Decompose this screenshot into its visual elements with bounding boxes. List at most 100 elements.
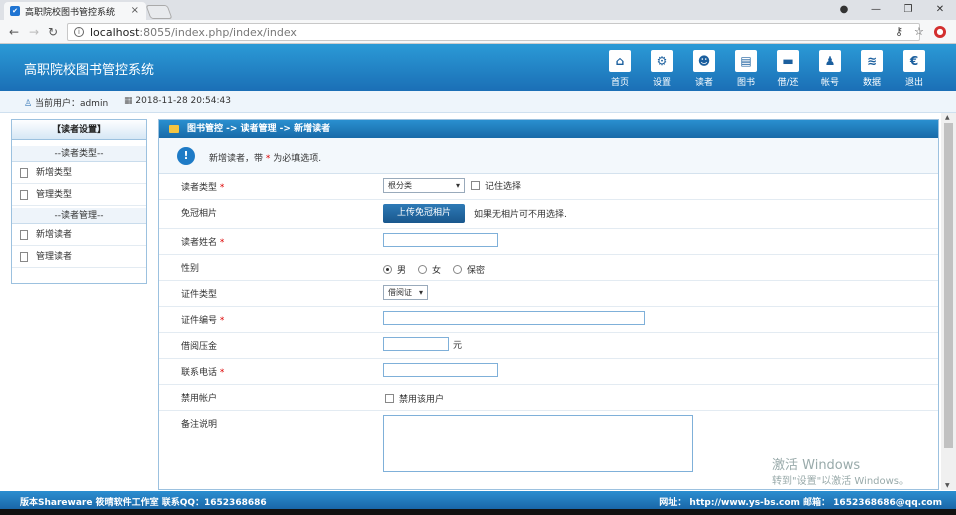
gender-radio-male[interactable] <box>383 265 392 274</box>
browser-tab[interactable]: ✔ 高职院校图书管控系统 × <box>4 2 146 20</box>
app-title: 高职院校图书管控系统 <box>24 63 155 78</box>
photo-controls: 上传免冠相片 如果无相片可不用选择. <box>383 204 567 223</box>
main-panel: 图书管控 -> 读者管理 -> 新增读者 ! 新增读者，带 * 为必填选项. 读… <box>158 119 939 490</box>
menu-label: 设置 <box>652 78 671 88</box>
minimize-button[interactable]: — <box>860 0 892 20</box>
star-icon[interactable]: ☆ <box>914 25 924 38</box>
disable-checkbox[interactable] <box>385 394 394 403</box>
row-photo: 免冠相片 上传免冠相片 如果无相片可不用选择. <box>159 200 938 229</box>
profile-icon[interactable]: ● <box>828 0 860 20</box>
tab-title: 高职院校图书管控系统 <box>25 7 116 18</box>
reader-type-controls: 根分类 ▾ 记住选择 <box>383 178 521 193</box>
menu-account[interactable]: ♟ 帐号 <box>809 50 851 88</box>
gender-radio-secret[interactable] <box>453 265 463 274</box>
breadcrumb: 图书管控 -> 读者管理 -> 新增读者 <box>159 120 938 138</box>
menu-readers[interactable]: ☻ 读者 <box>683 50 725 88</box>
menu-label: 图书 <box>736 78 755 88</box>
address-bar-row: ← → ↻ i localhost:8055/index.php/index/i… <box>0 20 956 44</box>
required-star: * <box>265 154 271 164</box>
label-text: 读者类型 <box>181 183 218 193</box>
database-icon: ≋ <box>861 50 883 72</box>
url-field[interactable]: i localhost:8055/index.php/index/index <box>67 23 920 41</box>
menu-books[interactable]: ▤ 图书 <box>725 50 767 88</box>
sidebar-section-reader-type: --读者类型-- <box>12 146 146 162</box>
remember-checkbox[interactable] <box>471 181 480 190</box>
notice-box: ! 新增读者，带 * 为必填选项. <box>159 138 938 174</box>
document-icon <box>20 189 28 200</box>
maximize-button[interactable]: ❐ <box>892 0 924 20</box>
deposit-label: 借阅压金 <box>181 342 218 352</box>
sidebar-item-manage-type[interactable]: 管理类型 <box>12 184 146 206</box>
row-id-type: 证件类型 借阅证 ▾ <box>159 281 938 307</box>
current-time-value: 2018-11-28 20:54:43 <box>135 96 231 106</box>
menu-borrow[interactable]: ▬ 借/还 <box>767 50 809 88</box>
remark-textarea[interactable] <box>383 415 693 472</box>
required-star: * <box>219 316 225 326</box>
close-tab-icon[interactable]: × <box>131 5 139 16</box>
id-number-controls <box>383 311 645 325</box>
activation-watermark-text: 转到"设置"以激活 Windows。 <box>772 476 910 487</box>
menu-label: 首页 <box>610 78 629 88</box>
upload-photo-button[interactable]: 上传免冠相片 <box>383 204 466 223</box>
current-user: ♙ 当前用户：admin <box>24 96 108 109</box>
close-window-button[interactable]: ✕ <box>924 0 956 20</box>
scroll-down-icon[interactable]: ▼ <box>945 482 950 489</box>
row-deposit: 借阅压金 元 <box>159 333 938 359</box>
taskbar <box>0 509 956 515</box>
current-user-label: 当前用户：admin <box>34 99 109 109</box>
scroll-up-icon[interactable]: ▲ <box>945 114 950 121</box>
menu-data[interactable]: ≋ 数据 <box>851 50 893 88</box>
home-icon: ⌂ <box>609 50 631 72</box>
back-icon[interactable]: ← <box>9 25 19 39</box>
row-id-number: 证件编号 * <box>159 307 938 333</box>
sidebar-item-new-reader[interactable]: 新增读者 <box>12 224 146 246</box>
gender-controls: 男 女 保密 <box>383 263 485 276</box>
extension-icon[interactable]: ● <box>934 26 946 38</box>
sidebar-item-label: 新增读者 <box>36 229 73 240</box>
deposit-input[interactable] <box>383 337 449 351</box>
sidebar-item-manage-reader[interactable]: 管理读者 <box>12 246 146 268</box>
disable-controls: 禁用该用户 <box>383 392 444 405</box>
notice-pre: 新增读者，带 <box>209 154 264 164</box>
phone-label: 联系电话 * <box>181 365 224 378</box>
sidebar-item-new-type[interactable]: 新增类型 <box>12 162 146 184</box>
page-scrollbar[interactable]: ▲ ▼ <box>941 113 956 490</box>
menu-home[interactable]: ⌂ 首页 <box>599 50 641 88</box>
window-controls: ● — ❐ ✕ <box>828 0 956 20</box>
forward-icon[interactable]: → <box>29 25 39 39</box>
select-value: 根分类 <box>388 181 412 190</box>
name-label: 读者姓名 * <box>181 235 224 248</box>
scrollbar-thumb[interactable] <box>944 123 953 448</box>
account-icon: ♟ <box>819 50 841 72</box>
id-type-label: 证件类型 <box>181 290 218 300</box>
reader-type-select[interactable]: 根分类 ▾ <box>383 178 465 193</box>
info-icon[interactable]: i <box>74 27 84 37</box>
menu-settings[interactable]: ⚙ 设置 <box>641 50 683 88</box>
reload-icon[interactable]: ↻ <box>48 25 58 39</box>
key-icon[interactable]: ⚷ <box>895 25 903 38</box>
sidebar-section-reader-manage: --读者管理-- <box>12 208 146 224</box>
footer-left: 版本Shareware 筱晴软件工作室 联系QQ：1652368686 <box>20 498 267 508</box>
phone-input[interactable] <box>383 363 498 377</box>
id-number-input[interactable] <box>383 311 645 325</box>
site-favicon-icon: ✔ <box>10 6 20 16</box>
menu-logout[interactable]: € 退出 <box>893 50 935 88</box>
document-icon <box>20 229 28 240</box>
footer-right: 网址： http://www.ys-bs.com 邮箱： 1652368686@… <box>659 498 942 508</box>
info-icon: ! <box>177 147 195 165</box>
sidebar: 【读者设置】 --读者类型-- 新增类型 管理类型 --读者管理-- 新增读者 … <box>11 119 147 284</box>
gender-radio-female[interactable] <box>418 265 428 274</box>
logout-icon: € <box>903 50 925 72</box>
chevron-down-icon: ▾ <box>418 288 423 297</box>
deposit-unit: 元 <box>453 340 463 351</box>
name-input[interactable] <box>383 233 498 247</box>
new-tab-button[interactable] <box>145 5 173 19</box>
photo-hint: 如果无相片可不用选择. <box>474 210 567 220</box>
book-icon: ▤ <box>735 50 757 72</box>
chevron-down-icon: ▾ <box>455 181 460 190</box>
deposit-controls: 元 <box>383 337 462 351</box>
sidebar-item-label: 管理类型 <box>36 189 73 200</box>
id-type-select[interactable]: 借阅证 ▾ <box>383 285 428 300</box>
label-text: 联系电话 <box>181 368 218 378</box>
reader-type-label: 读者类型 * <box>181 180 224 193</box>
